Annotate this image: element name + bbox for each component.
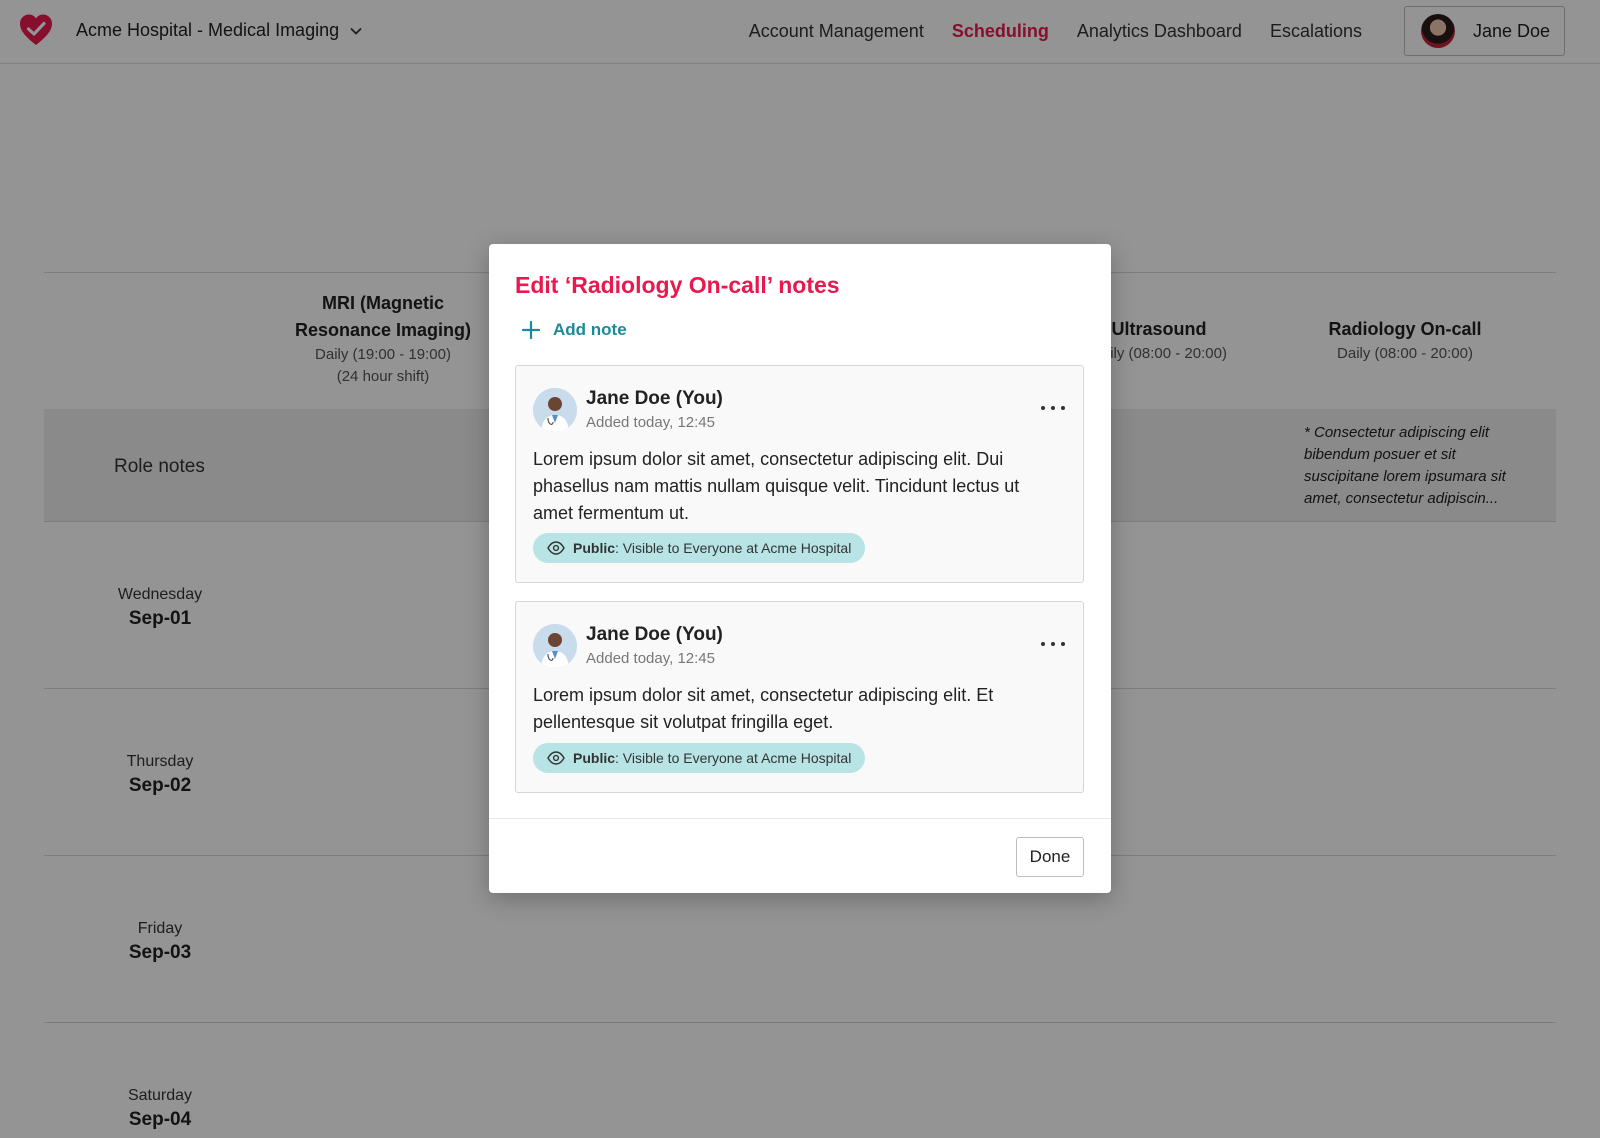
doctor-avatar-icon <box>533 624 577 668</box>
eye-icon <box>547 751 565 765</box>
note-card: Jane Doe (You) Added today, 12:45 Lorem … <box>515 365 1084 583</box>
note-timestamp: Added today, 12:45 <box>586 414 715 431</box>
visibility-badge: Public: Visible to Everyone at Acme Hosp… <box>533 743 866 773</box>
dialog-footer: Done <box>489 818 1111 893</box>
visibility-text: : Visible to Everyone at Acme Hospital <box>615 540 852 556</box>
edit-notes-dialog: Edit ‘Radiology On-call’ notes Add note … <box>489 244 1111 893</box>
add-note-label: Add note <box>553 320 627 339</box>
note-card: Jane Doe (You) Added today, 12:45 Lorem … <box>515 601 1084 793</box>
done-button[interactable]: Done <box>1016 837 1084 877</box>
note-author: Jane Doe (You) <box>586 624 723 645</box>
visibility-text: : Visible to Everyone at Acme Hospital <box>615 750 852 766</box>
eye-icon <box>547 541 565 555</box>
add-note-button[interactable]: Add note <box>521 320 627 340</box>
note-body: Lorem ipsum dolor sit amet, consectetur … <box>533 685 994 732</box>
plus-icon <box>521 320 541 340</box>
dialog-title: Edit ‘Radiology On-call’ notes <box>515 272 840 298</box>
note-timestamp: Added today, 12:45 <box>586 650 715 667</box>
avatar <box>533 388 577 432</box>
avatar <box>533 624 577 668</box>
visibility-badge: Public: Visible to Everyone at Acme Hosp… <box>533 533 866 563</box>
doctor-avatar-icon <box>533 388 577 432</box>
more-dots-icon[interactable] <box>1041 402 1065 414</box>
visibility-label: Public <box>573 750 616 766</box>
more-dots-icon[interactable] <box>1041 638 1065 650</box>
visibility-label: Public <box>573 540 616 556</box>
note-author: Jane Doe (You) <box>586 388 723 409</box>
note-body: Lorem ipsum dolor sit amet, consectetur … <box>533 449 1020 523</box>
